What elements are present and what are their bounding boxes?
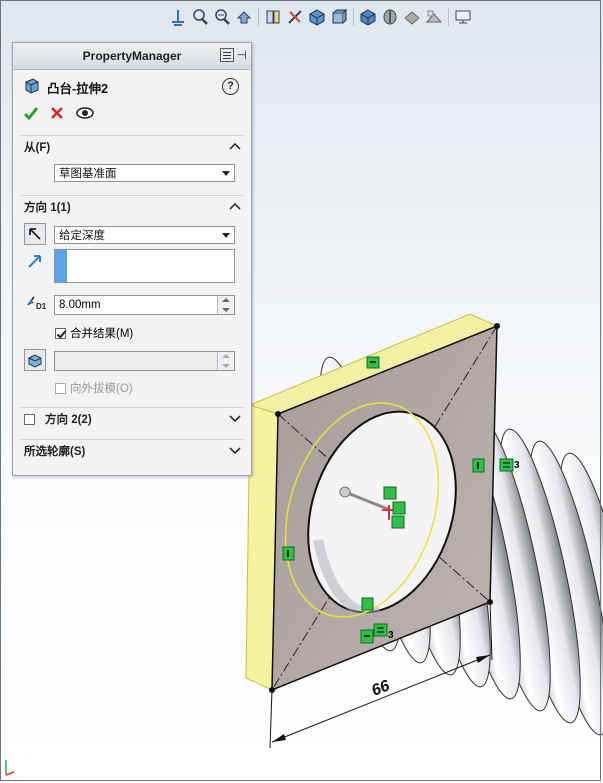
window-border bbox=[0, 0, 601, 781]
